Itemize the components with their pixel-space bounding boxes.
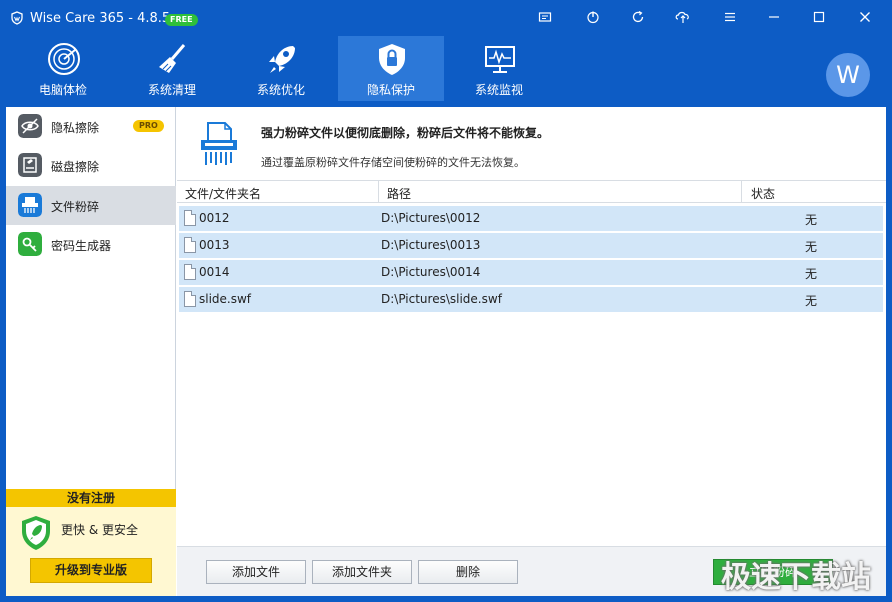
column-divider[interactable]	[741, 181, 742, 203]
table-row[interactable]: slide.swf D:\Pictures\slide.swf 无	[179, 287, 883, 312]
registration-tagline: 更快 & 更安全	[61, 523, 138, 537]
tab-label: 电脑体检	[38, 83, 87, 97]
registration-panel: 没有注册 更快 & 更安全 升级到专业版	[6, 489, 176, 596]
tab-system-optimizer[interactable]: 系统优化	[228, 36, 334, 101]
registration-header: 没有注册	[6, 489, 176, 507]
sidebar-item-label: 隐私擦除	[51, 121, 100, 135]
file-status: 无	[805, 267, 818, 281]
file-name: 0012	[199, 211, 230, 225]
shield-lock-icon	[379, 44, 405, 75]
column-header-path[interactable]: 路径	[387, 185, 411, 202]
eye-slash-icon	[18, 114, 42, 138]
file-name: 0013	[199, 238, 230, 252]
file-icon	[184, 210, 196, 226]
minimize-icon[interactable]	[766, 10, 782, 26]
disk-eraser-icon	[18, 153, 42, 177]
table-row[interactable]: 0013 D:\Pictures\0013 无	[179, 233, 883, 258]
shredder-large-icon	[201, 122, 237, 165]
sidebar-item-privacy-eraser[interactable]: 隐私擦除 PRO	[6, 107, 176, 146]
sidebar-item-disk-eraser[interactable]: 磁盘擦除	[6, 146, 176, 185]
refresh-icon[interactable]	[630, 10, 646, 26]
tab-label: 系统清理	[147, 83, 196, 97]
column-divider[interactable]	[378, 181, 379, 203]
delete-button[interactable]: 删除	[418, 560, 518, 584]
file-name: slide.swf	[199, 292, 252, 306]
file-icon	[184, 264, 196, 280]
rocket-icon	[269, 46, 295, 73]
shredder-subtitle: 通过覆盖原粉碎文件存储空间使粉碎的文件无法恢复。	[261, 156, 525, 169]
power-icon[interactable]	[585, 10, 601, 26]
close-icon[interactable]	[857, 10, 873, 26]
key-icon	[18, 232, 42, 256]
menu-icon[interactable]	[722, 10, 738, 26]
sidebar-item-password-generator[interactable]: 密码生成器	[6, 225, 176, 264]
tab-system-monitor[interactable]: 系统监视	[446, 36, 552, 101]
radar-icon	[48, 43, 80, 75]
shredder-title: 强力粉碎文件以便彻底删除，粉碎后文件将不能恢复。	[261, 126, 550, 140]
file-table: 文件/文件夹名 路径 状态 0012 D:\Pictures\0012 无 00…	[177, 180, 886, 546]
add-file-button[interactable]: 添加文件	[206, 560, 306, 584]
app-window: Wise Care 365 - 4.8.5 FREE 电脑体检 系统清理 系统优…	[0, 0, 892, 602]
tab-privacy-protector[interactable]: 隐私保护	[338, 36, 444, 101]
table-row[interactable]: 0012 D:\Pictures\0012 无	[179, 206, 883, 231]
file-path: D:\Pictures\slide.swf	[381, 292, 502, 306]
tab-pc-checkup[interactable]: 电脑体检	[10, 36, 116, 101]
action-bar: 添加文件 添加文件夹 删除 立即粉碎 极速下载站	[177, 546, 886, 596]
file-status: 无	[805, 240, 818, 254]
column-header-name[interactable]: 文件/文件夹名	[185, 185, 261, 202]
column-header-status[interactable]: 状态	[751, 185, 775, 202]
sidebar-item-label: 磁盘擦除	[51, 160, 100, 174]
sidebar: 隐私擦除 PRO 磁盘擦除 文件粉碎 密码生成器 没有注册 更快 & 更安全 升…	[6, 107, 176, 596]
app-logo-icon	[11, 11, 23, 25]
shield-rocket-icon	[22, 516, 50, 550]
content-area: 隐私擦除 PRO 磁盘擦除 文件粉碎 密码生成器 没有注册 更快 & 更安全 升…	[6, 107, 886, 596]
title-bar: Wise Care 365 - 4.8.5 FREE	[0, 0, 892, 36]
table-header: 文件/文件夹名 路径 状态	[177, 181, 886, 203]
file-path: D:\Pictures\0012	[381, 211, 481, 225]
app-title: Wise Care 365 - 4.8.5	[30, 11, 171, 26]
shredder-icon	[18, 193, 42, 217]
file-status: 无	[805, 213, 818, 227]
upgrade-to-pro-button[interactable]: 升级到专业版	[30, 558, 152, 583]
avatar[interactable]: W	[826, 53, 870, 97]
free-badge: FREE	[165, 14, 198, 26]
tab-system-cleaner[interactable]: 系统清理	[119, 36, 225, 101]
sidebar-item-file-shredder[interactable]: 文件粉碎	[6, 186, 176, 225]
file-shredder-panel: 强力粉碎文件以便彻底删除，粉碎后文件将不能恢复。 通过覆盖原粉碎文件存储空间使粉…	[177, 107, 886, 596]
file-status: 无	[805, 294, 818, 308]
file-icon	[184, 237, 196, 253]
file-path: D:\Pictures\0014	[381, 265, 481, 279]
tab-label: 系统监视	[474, 83, 523, 97]
file-name: 0014	[199, 265, 230, 279]
tab-label: 系统优化	[256, 83, 305, 97]
table-row[interactable]: 0014 D:\Pictures\0014 无	[179, 260, 883, 285]
sidebar-item-label: 密码生成器	[51, 239, 112, 253]
file-path: D:\Pictures\0013	[381, 238, 481, 252]
file-icon	[184, 291, 196, 307]
tab-label: 隐私保护	[366, 83, 415, 97]
shred-now-button[interactable]: 立即粉碎	[713, 559, 833, 585]
broom-icon	[159, 44, 186, 73]
upload-icon[interactable]	[675, 10, 691, 26]
monitor-icon	[485, 46, 515, 73]
add-folder-button[interactable]: 添加文件夹	[312, 560, 412, 584]
maximize-icon[interactable]	[811, 10, 827, 26]
sidebar-item-label: 文件粉碎	[51, 200, 100, 214]
feedback-icon[interactable]	[537, 10, 553, 26]
pro-badge: PRO	[133, 120, 164, 132]
